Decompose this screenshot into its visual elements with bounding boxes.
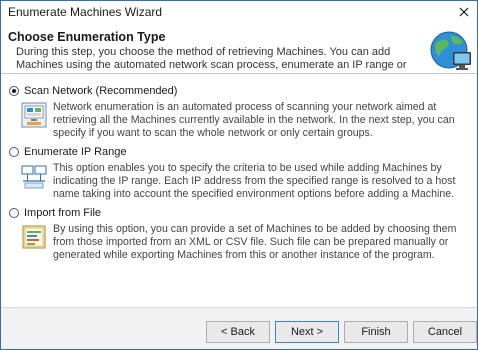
option-description: By using this option, you can provide a …: [53, 223, 457, 261]
globe-monitor-icon: [429, 30, 473, 72]
network-scan-icon: [21, 102, 47, 128]
radio-scan-network[interactable]: Scan Network (Recommended): [9, 84, 177, 98]
finish-button[interactable]: Finish: [344, 321, 408, 343]
ip-range-icon: [21, 163, 47, 189]
cancel-button[interactable]: Cancel: [413, 321, 477, 343]
wizard-footer: < Back Next > Finish Cancel: [1, 308, 477, 349]
radio-ip-range[interactable]: Enumerate IP Range: [9, 145, 127, 159]
radio-button[interactable]: [9, 208, 19, 218]
back-button[interactable]: < Back: [206, 321, 270, 343]
option-label: Enumerate IP Range: [24, 146, 127, 158]
options-panel: Scan Network (Recommended) Network enume…: [1, 74, 477, 306]
title-bar: Enumerate Machines Wizard: [1, 1, 477, 23]
option-label: Import from File: [24, 207, 102, 219]
import-file-icon: [21, 224, 47, 250]
radio-import-file[interactable]: Import from File: [9, 206, 101, 220]
radio-button[interactable]: [9, 147, 19, 157]
option-description: Network enumeration is an automated proc…: [53, 101, 455, 139]
next-button[interactable]: Next >: [275, 321, 339, 343]
close-icon[interactable]: [455, 3, 473, 21]
radio-button-checked[interactable]: [9, 86, 19, 96]
wizard-header: Choose Enumeration Type During this step…: [1, 23, 477, 84]
step-title: Choose Enumeration Type: [8, 30, 166, 44]
option-label: Scan Network (Recommended): [24, 85, 178, 97]
option-description: This option enables you to specify the c…: [53, 162, 456, 200]
window-title: Enumerate Machines Wizard: [8, 5, 163, 19]
wizard-window: Enumerate Machines Wizard Choose Enumera…: [0, 0, 478, 350]
